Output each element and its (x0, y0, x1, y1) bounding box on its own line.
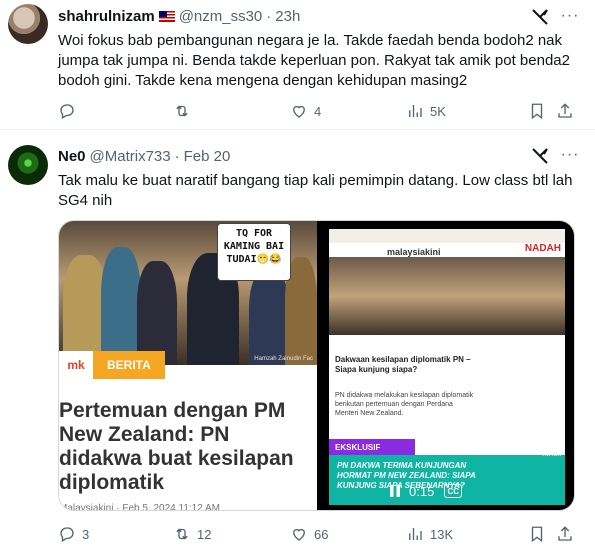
separator-dot: · (174, 147, 180, 165)
timestamp[interactable]: 23h (275, 8, 300, 25)
more-options-icon[interactable]: ··· (560, 145, 580, 165)
pause-icon (390, 485, 400, 497)
view-count: 13K (430, 526, 454, 542)
heart-icon (293, 105, 305, 118)
exclusive-label: EKSKLUSIF (329, 439, 415, 455)
malaysiakini-logo: mk (59, 351, 93, 379)
photo-figure (137, 261, 177, 365)
like-button[interactable]: 4 (290, 101, 321, 121)
reply-button[interactable] (58, 101, 82, 121)
bookmark-icon (531, 526, 543, 543)
retweet-button[interactable]: 12 (173, 524, 211, 544)
video-photo (329, 257, 565, 335)
article-image[interactable]: TQ FOR KAMING BAI TUDAI😁😂 Hamzah Zainudi… (59, 221, 317, 511)
like-count: 4 (314, 103, 322, 119)
heart-icon (293, 528, 305, 541)
views-button[interactable]: 5K (406, 101, 446, 121)
share-button[interactable] (556, 101, 580, 121)
photo-figure (101, 247, 141, 365)
tweet-text: Woi fokus bab pembangunan negara je la. … (58, 32, 570, 89)
article-dateline: Malaysiakini · Feb 5, 2024 11:12 AM (59, 503, 221, 511)
video-watermark: NADAH (524, 243, 561, 254)
reply-button[interactable]: 3 (58, 524, 89, 544)
share-icon (558, 103, 572, 118)
video-player[interactable]: malaysiakini NADAH Dakwaan kesilapan dip… (317, 221, 574, 510)
views-icon (409, 105, 422, 117)
user-handle[interactable]: @Matrix733 (90, 148, 171, 165)
share-button[interactable] (556, 524, 580, 544)
grok-icon[interactable] (530, 146, 550, 166)
display-name[interactable]: Ne0 (58, 148, 86, 165)
avatar[interactable] (8, 4, 48, 44)
retweet-icon (176, 105, 188, 117)
retweet-count: 12 (197, 526, 212, 542)
action-bar: 3 12 66 13K (58, 524, 578, 544)
tweet-header: shahrulnizam @nzm_ss30 · 23h (58, 6, 300, 26)
article-headline: Pertemuan dengan PM New Zealand: PN dida… (59, 399, 294, 494)
category-tag: BERITA (93, 351, 165, 379)
avatar[interactable] (8, 145, 48, 185)
view-count: 5K (430, 103, 446, 119)
sticker-caption: TQ FOR KAMING BAI TUDAI😁😂 (217, 223, 291, 281)
reply-count: 3 (82, 526, 90, 542)
video-top-strip (329, 229, 565, 243)
retweet-icon (176, 528, 188, 540)
video-logo: malaysiakini (387, 247, 441, 257)
tweet-header: Ne0 @Matrix733 · Feb 20 (58, 146, 230, 166)
grok-icon[interactable] (530, 7, 550, 27)
share-icon (558, 526, 572, 541)
like-count: 66 (314, 526, 329, 542)
display-name[interactable]: shahrulnizam (58, 8, 155, 25)
tiktok-watermark: TikTok (541, 451, 561, 458)
video-controls: 0:15 CC (389, 481, 479, 501)
video-time: 0:15 (409, 483, 435, 499)
user-handle[interactable]: @nzm_ss30 (179, 8, 263, 25)
video-frame: malaysiakini NADAH Dakwaan kesilapan dip… (329, 229, 565, 505)
bookmark-button[interactable] (528, 524, 552, 544)
like-button[interactable]: 66 (290, 524, 328, 544)
views-button[interactable]: 13K (406, 524, 453, 544)
media-container[interactable]: TQ FOR KAMING BAI TUDAI😁😂 Hamzah Zainudi… (58, 220, 575, 511)
tweet-text: Tak malu ke buat naratif bangang tiap ka… (58, 172, 573, 209)
timestamp[interactable]: Feb 20 (184, 148, 231, 165)
pause-button[interactable] (389, 485, 401, 497)
malaysia-flag-icon (158, 10, 175, 22)
separator-dot: · (266, 7, 272, 25)
bookmark-button[interactable] (528, 101, 552, 121)
bookmark-icon (531, 103, 543, 120)
tweet-1[interactable]: shahrulnizam @nzm_ss30 · 23h ··· Woi fok… (0, 0, 595, 130)
tweet-2[interactable]: Ne0 @Matrix733 · Feb 20 ··· Tak malu ke … (0, 131, 595, 553)
more-options-icon[interactable]: ··· (560, 6, 580, 26)
reply-icon (60, 527, 74, 542)
views-icon (409, 528, 422, 540)
video-article-title: Dakwaan kesilapan diplomatik PN – Siapa … (335, 355, 471, 374)
video-article-body: PN didakwa melakukan kesilapan diplomati… (335, 392, 474, 417)
brand-bar: mk BERITA (59, 351, 317, 379)
news-photo: TQ FOR KAMING BAI TUDAI😁😂 Hamzah Zainudi… (59, 221, 317, 365)
retweet-button[interactable] (173, 101, 197, 121)
captions-button[interactable]: CC (444, 484, 463, 498)
action-bar: 4 5K (58, 101, 578, 121)
reply-icon (60, 104, 74, 119)
